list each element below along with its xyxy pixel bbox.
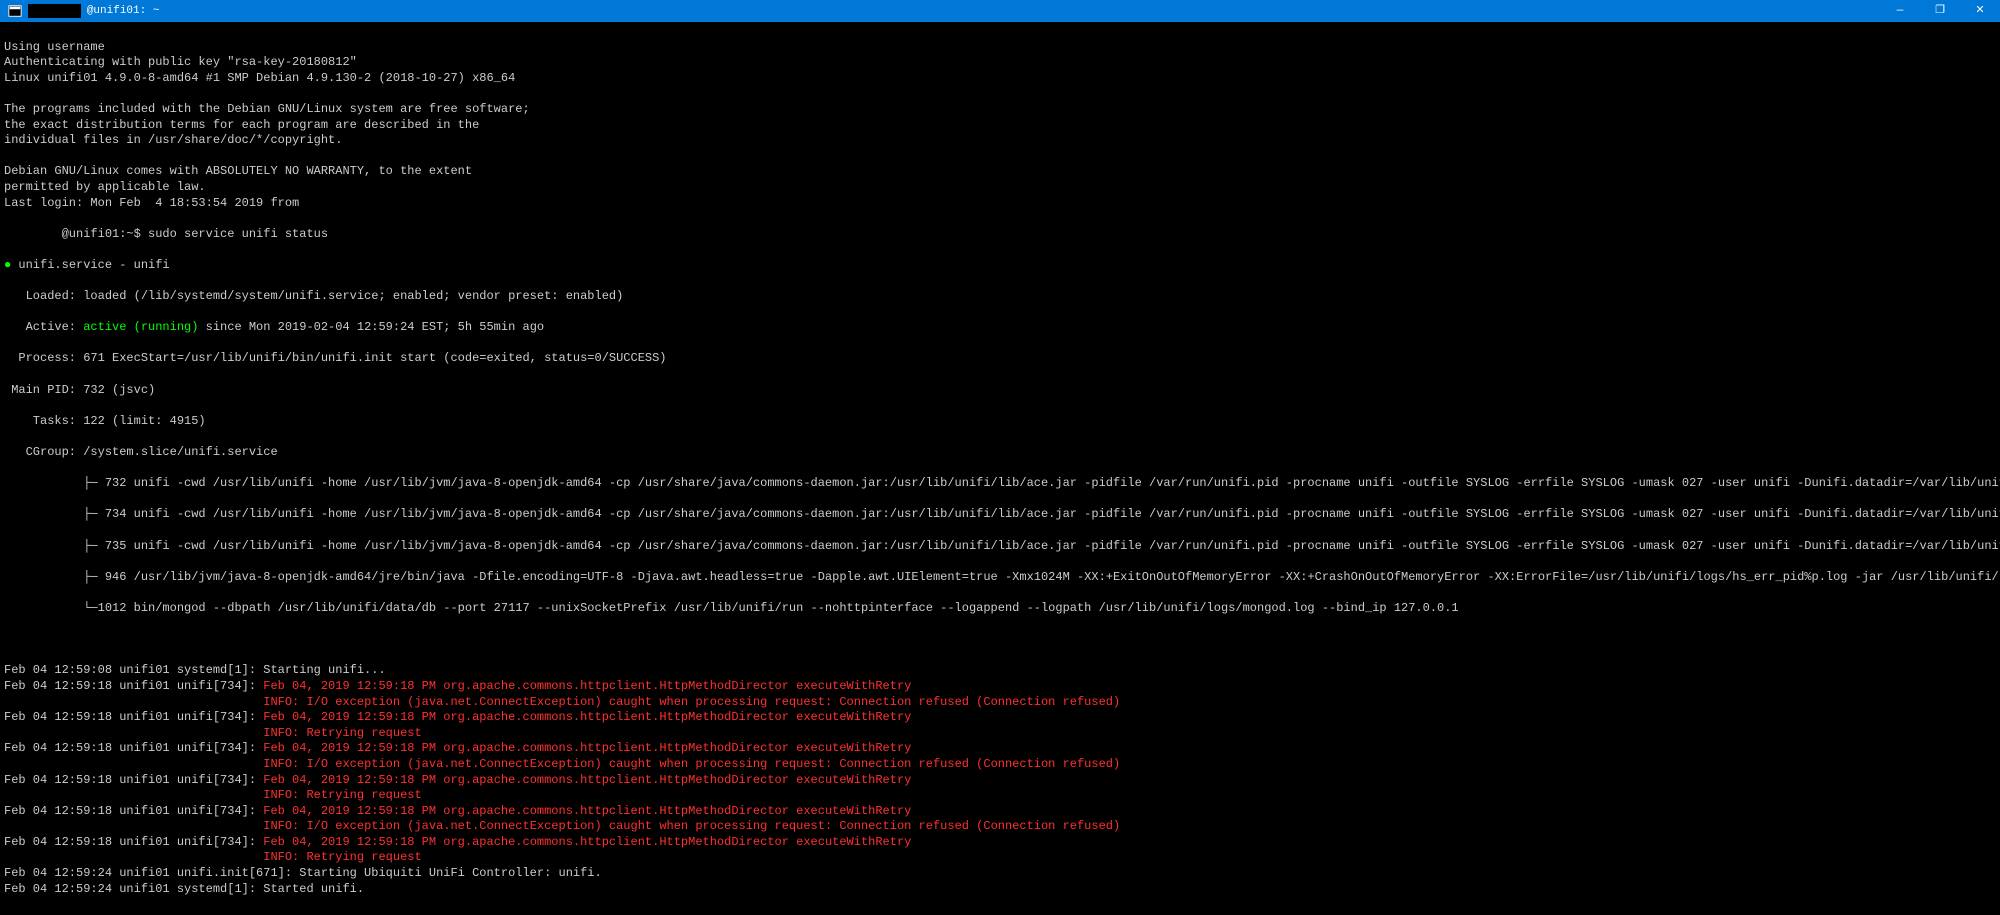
titlebar-left: ████████ @unifi01: ~ [8, 4, 159, 18]
motd-line: permitted by applicable law. [4, 180, 1996, 196]
log-line: INFO: Retrying request [4, 850, 1996, 866]
prompt-line: @unifi01:~$ sudo service unifi status [4, 227, 1996, 243]
log-line: Feb 04 12:59:18 unifi01 unifi[734]: Feb … [4, 741, 1996, 757]
log-line: Feb 04 12:59:08 unifi01 systemd[1]: Star… [4, 663, 1996, 679]
log-line: INFO: Retrying request [4, 788, 1996, 804]
terminal-icon [8, 4, 22, 18]
log-line: Feb 04 12:59:18 unifi01 unifi[734]: Feb … [4, 710, 1996, 726]
cgroup-line: ├─ 946 /usr/lib/jvm/java-8-openjdk-amd64… [4, 570, 1996, 586]
motd-line: Authenticating with public key "rsa-key-… [4, 55, 1996, 71]
log-line: INFO: I/O exception (java.net.ConnectExc… [4, 757, 1996, 773]
status-mainpid: Main PID: 732 (jsvc) [4, 383, 1996, 399]
motd-line: individual files in /usr/share/doc/*/cop… [4, 133, 1996, 149]
window-titlebar: ████████ @unifi01: ~ — ❐ ✕ [0, 0, 2000, 22]
status-cgroup: CGroup: /system.slice/unifi.service [4, 445, 1996, 461]
log-line: Feb 04 12:59:18 unifi01 unifi[734]: Feb … [4, 804, 1996, 820]
blank-line [4, 632, 1996, 648]
status-tasks: Tasks: 122 (limit: 4915) [4, 414, 1996, 430]
status-header: ● unifi.service - unifi [4, 258, 1996, 274]
cgroup-line: ├─ 732 unifi -cwd /usr/lib/unifi -home /… [4, 476, 1996, 492]
motd-line: Last login: Mon Feb 4 18:53:54 2019 from [4, 196, 1996, 212]
cgroup-line: └─1012 bin/mongod --dbpath /usr/lib/unif… [4, 601, 1996, 617]
window-title: @unifi01: ~ [87, 4, 160, 18]
log-line: Feb 04 12:59:18 unifi01 unifi[734]: Feb … [4, 773, 1996, 789]
redacted-user: ████████ [28, 4, 81, 18]
status-process: Process: 671 ExecStart=/usr/lib/unifi/bi… [4, 351, 1996, 367]
log-line: Feb 04 12:59:18 unifi01 unifi[734]: Feb … [4, 679, 1996, 695]
status-loaded: Loaded: loaded (/lib/systemd/system/unif… [4, 289, 1996, 305]
close-button[interactable]: ✕ [1960, 0, 2000, 22]
motd-line: Using username [4, 40, 1996, 56]
motd-line [4, 149, 1996, 165]
log-line: INFO: Retrying request [4, 726, 1996, 742]
terminal-output[interactable]: Using usernameAuthenticating with public… [0, 22, 2000, 915]
log-line: Feb 04 12:59:24 unifi01 systemd[1]: Star… [4, 882, 1996, 898]
cgroup-line: ├─ 735 unifi -cwd /usr/lib/unifi -home /… [4, 539, 1996, 555]
status-active: Active: active (running) since Mon 2019-… [4, 320, 1996, 336]
motd-line: Debian GNU/Linux comes with ABSOLUTELY N… [4, 164, 1996, 180]
motd-line: The programs included with the Debian GN… [4, 102, 1996, 118]
maximize-button[interactable]: ❐ [1920, 0, 1960, 22]
minimize-button[interactable]: — [1880, 0, 1920, 22]
log-line: INFO: I/O exception (java.net.ConnectExc… [4, 819, 1996, 835]
log-line: Feb 04 12:59:24 unifi01 unifi.init[671]:… [4, 866, 1996, 882]
cgroup-line: ├─ 734 unifi -cwd /usr/lib/unifi -home /… [4, 507, 1996, 523]
log-line: INFO: I/O exception (java.net.ConnectExc… [4, 695, 1996, 711]
motd-line [4, 86, 1996, 102]
motd-line: Linux unifi01 4.9.0-8-amd64 #1 SMP Debia… [4, 71, 1996, 87]
motd-line: the exact distribution terms for each pr… [4, 118, 1996, 134]
titlebar-controls: — ❐ ✕ [1880, 0, 2000, 22]
log-line: Feb 04 12:59:18 unifi01 unifi[734]: Feb … [4, 835, 1996, 851]
